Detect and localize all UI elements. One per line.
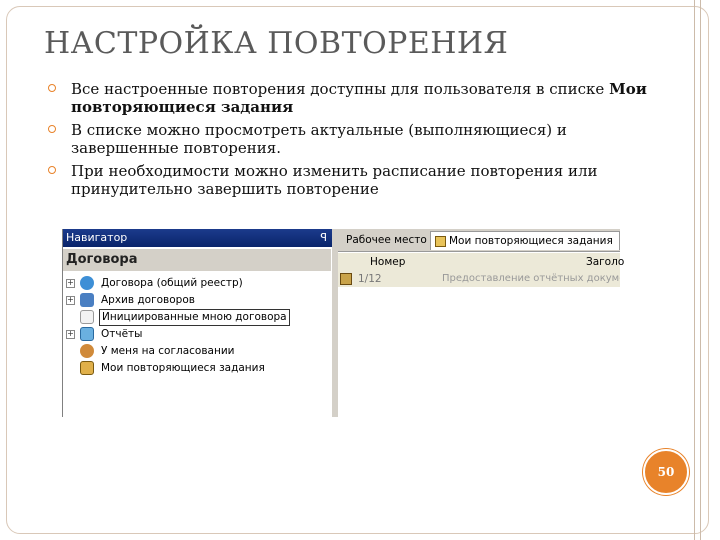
tree-item-registry[interactable]: + Договора (общий реестр): [63, 275, 331, 292]
bullet-text: Все настроенные повторения доступны для …: [71, 80, 610, 98]
bullet-item: При необходимости можно изменить расписа…: [48, 162, 648, 198]
user-icon: [80, 344, 94, 358]
grid-header: Номер Заголо: [338, 253, 624, 272]
bullet-marker-icon: [48, 84, 56, 92]
tree-item-label: У меня на согласовании: [101, 345, 235, 357]
table-row[interactable]: 1/12 Предоставление отчётных докумен: [338, 271, 620, 287]
bullet-marker-icon: [48, 125, 56, 133]
registry-icon: [80, 276, 94, 290]
bullet-text: При необходимости можно изменить расписа…: [71, 162, 598, 198]
bullet-item: Все настроенные повторения доступны для …: [48, 80, 648, 116]
bullet-text: В списке можно просмотреть актуальные (в…: [71, 121, 567, 157]
decorative-line: [700, 0, 701, 540]
page-number-badge: 50: [643, 449, 689, 495]
tree-item-label: Архив договоров: [101, 294, 195, 306]
tree-item-repeat-tasks[interactable]: Мои повторяющиеся задания: [63, 360, 331, 377]
tab-workplace[interactable]: Рабочее место: [346, 231, 427, 250]
expand-icon[interactable]: +: [66, 330, 75, 339]
cell-number: 1/12: [358, 273, 382, 285]
bullet-item: В списке можно просмотреть актуальные (в…: [48, 121, 648, 157]
decorative-line: [694, 0, 695, 540]
document-icon: [80, 310, 94, 324]
tree-item-label: Мои повторяющиеся задания: [101, 362, 265, 374]
pin-icon[interactable]: ꟼ: [320, 229, 327, 247]
tree-item-approval[interactable]: У меня на согласовании: [63, 343, 331, 360]
content-panel: Рабочее место Мои повторяющиеся задания …: [338, 229, 624, 417]
repeat-tasks-icon: [435, 235, 446, 247]
navigator-section-title: Договора: [63, 249, 331, 271]
tree-item-label: Инициированные мною договора: [99, 309, 290, 326]
tree-item-reports[interactable]: + Отчёты: [63, 326, 331, 343]
reports-icon: [80, 327, 94, 341]
tree-item-label: Договора (общий реестр): [101, 277, 243, 289]
tree-item-label: Отчёты: [101, 328, 143, 340]
navigator-title: Навигатор: [66, 231, 128, 244]
tab-repeat-tasks[interactable]: Мои повторяющиеся задания: [430, 231, 620, 250]
tree-item-archive[interactable]: + Архив договоров: [63, 292, 331, 309]
expand-icon[interactable]: +: [66, 279, 75, 288]
archive-lock-icon: [80, 293, 94, 307]
bullet-list: Все настроенные повторения доступны для …: [48, 80, 648, 203]
app-screenshot: Навигатор ꟼ Договора + Договора (общий р…: [62, 229, 624, 417]
repeat-tasks-icon: [80, 361, 94, 375]
tree-item-initiated[interactable]: Инициированные мною договора: [63, 309, 331, 326]
task-icon: [340, 273, 352, 285]
slide-title: НАСТРОЙКА ПОВТОРЕНИЯ: [44, 26, 509, 61]
bullet-marker-icon: [48, 166, 56, 174]
navigator-header: Навигатор ꟼ: [63, 229, 333, 247]
column-header-number[interactable]: Номер: [370, 253, 405, 271]
tab-label: Мои повторяющиеся задания: [449, 235, 613, 247]
navigator-panel: Навигатор ꟼ Договора + Договора (общий р…: [62, 229, 333, 417]
tab-bar: Рабочее место Мои повторяющиеся задания: [338, 229, 620, 252]
column-header-title[interactable]: Заголо: [586, 253, 624, 271]
cell-title: Предоставление отчётных докумен: [442, 273, 620, 284]
navigator-tree: + Договора (общий реестр) + Архив догово…: [63, 275, 331, 377]
expand-icon[interactable]: +: [66, 296, 75, 305]
